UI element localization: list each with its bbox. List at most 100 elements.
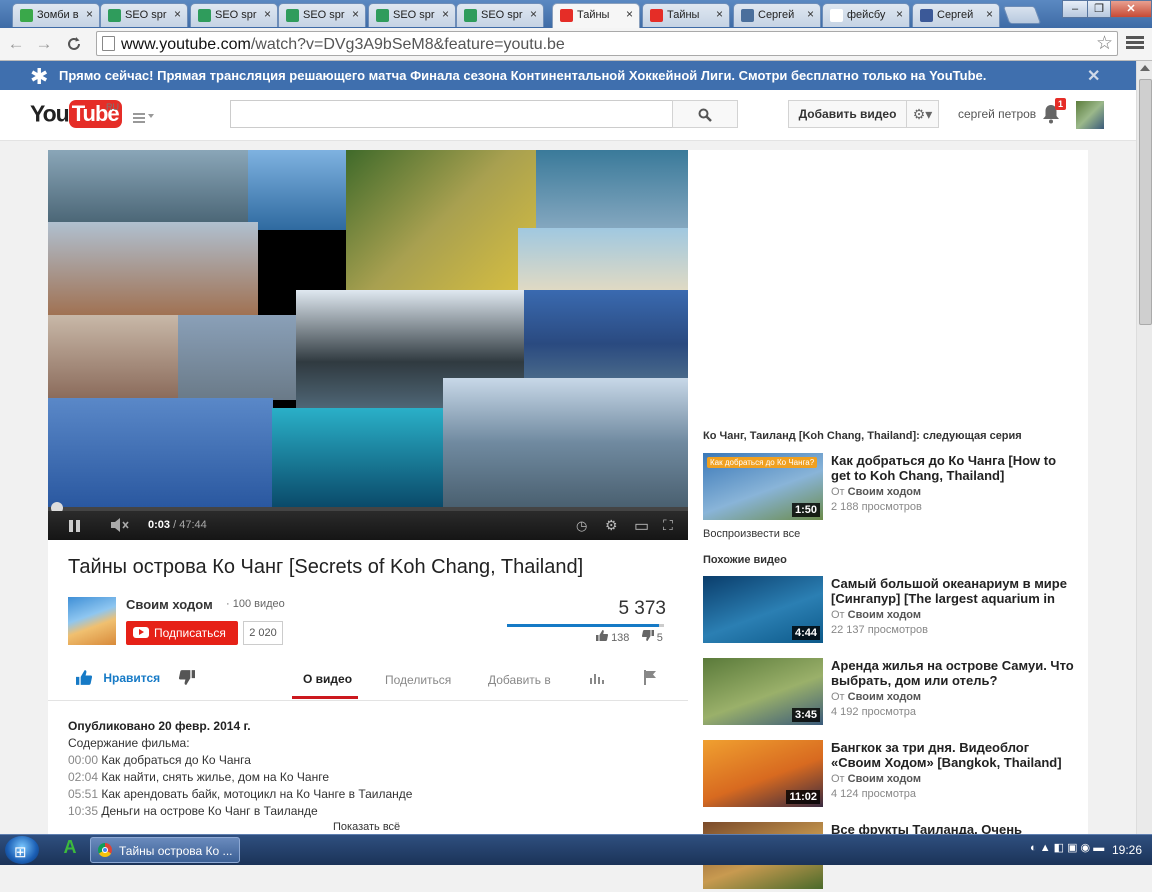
browser-tab[interactable]: фейсбу × (822, 3, 910, 27)
video-thumbnail[interactable]: 4:44 (703, 576, 823, 643)
browser-tab[interactable]: SEO spr × (368, 3, 456, 27)
video-title[interactable]: Самый большой океанариум в мире [Сингапу… (831, 576, 1076, 606)
video-title[interactable]: Как добраться до Ко Чанга [How to get to… (831, 453, 1076, 483)
related-video-item[interactable]: 3:45 Аренда жилья на острове Самуи. Что в… (703, 658, 1088, 728)
browser-tab[interactable]: Зомби в × (12, 3, 100, 27)
tab-close-icon[interactable]: × (442, 7, 449, 21)
channel-avatar[interactable] (68, 597, 116, 645)
guide-menu-icon[interactable] (133, 111, 145, 125)
avatar[interactable] (1076, 101, 1104, 129)
dislike-button[interactable] (178, 670, 195, 688)
tab-close-icon[interactable]: × (807, 7, 814, 21)
channel-name[interactable]: Своим ходом (126, 597, 213, 612)
taskbar-app-icon[interactable]: A (58, 837, 82, 863)
show-more-button[interactable]: Показать всё (333, 821, 401, 833)
page-scrollbar[interactable] (1136, 61, 1152, 834)
forward-icon[interactable]: → (32, 32, 56, 56)
tab-close-icon[interactable]: × (716, 7, 723, 21)
next-series-heading[interactable]: Ко Чанг, Таиланд [Koh Chang, Thailand]: … (703, 430, 1022, 442)
stats-icon[interactable] (590, 671, 604, 688)
scroll-up-arrow-icon[interactable] (1140, 65, 1150, 71)
related-video-item[interactable]: 11:02 Бангкок за три дня. Видеоблог «Свои… (703, 740, 1088, 810)
browser-tab[interactable]: SEO spr × (190, 3, 278, 27)
browser-tab[interactable]: Сергей × (733, 3, 821, 27)
fullscreen-icon[interactable]: ⛶ (663, 517, 673, 534)
chevron-down-icon (148, 114, 154, 118)
video-thumbnail[interactable]: 11:02 (703, 740, 823, 807)
bookmark-star-icon[interactable]: ☆ (1096, 32, 1113, 55)
address-bar[interactable]: www.youtube.com/watch?v=DVg3A9bSeM8&feat… (96, 31, 1118, 56)
chapter-timestamp[interactable]: 02:04 (68, 770, 98, 784)
tab-about[interactable]: О видео (303, 672, 352, 686)
minimize-button[interactable]: – (1062, 0, 1088, 18)
play-all-link[interactable]: Воспроизвести все (703, 528, 800, 540)
settings-icon[interactable]: ⚙ (605, 517, 618, 534)
thumbs-up-icon[interactable] (596, 630, 609, 641)
back-icon[interactable]: ← (4, 32, 28, 56)
banner-text[interactable]: Прямо сейчас! Прямая трансляция решающег… (59, 68, 986, 83)
related-video-item[interactable]: 4:44 Самый большой океанариум в мире [Син… (703, 576, 1088, 646)
search-icon (698, 108, 712, 122)
tab-share[interactable]: Поделиться (385, 673, 451, 687)
tab-close-icon[interactable]: × (626, 7, 633, 21)
tab-close-icon[interactable]: × (174, 7, 181, 21)
notification-badge: 1 (1055, 98, 1067, 110)
search-input[interactable] (230, 100, 673, 128)
browser-tab[interactable]: Сергей × (912, 3, 1000, 27)
new-tab-button[interactable] (1002, 6, 1042, 24)
video-view-count: 4 192 просмотра (831, 706, 916, 718)
clock[interactable]: 19:26 (1112, 843, 1142, 857)
subscribe-button[interactable]: Подписаться (126, 621, 238, 645)
next-video-item[interactable]: Как добраться до Ко Чанга? 1:50 Как добрат… (703, 453, 1088, 523)
theater-mode-icon[interactable]: ▭ (634, 516, 649, 536)
taskbar-chrome-window[interactable]: Тайны острова Ко ... (90, 837, 240, 863)
related-videos-heading: Похожие видео (703, 554, 787, 566)
upload-button[interactable]: Добавить видео (788, 100, 907, 128)
tab-close-icon[interactable]: × (86, 7, 93, 21)
username[interactable]: сергей петров (958, 107, 1036, 121)
chapter-title: Как добраться до Ко Чанга (101, 753, 251, 767)
video-player[interactable]: 0:03 / 47:44 ◷ ⚙ ▭ ⛶ (48, 150, 688, 540)
chapter-timestamp[interactable]: 05:51 (68, 787, 98, 801)
tab-close-icon[interactable]: × (986, 7, 993, 21)
browser-tab[interactable]: SEO spr × (456, 3, 544, 27)
browser-menu-icon[interactable] (1126, 34, 1144, 52)
video-thumbnail[interactable]: Как добраться до Ко Чанга? 1:50 (703, 453, 823, 520)
like-dislike-counts: 138 5 (596, 630, 663, 644)
tab-close-icon[interactable]: × (264, 7, 271, 21)
banner-close-icon[interactable]: ✕ (1087, 66, 1100, 86)
pause-icon[interactable] (69, 520, 81, 532)
search-button[interactable] (672, 100, 738, 128)
system-tray[interactable]: ◐ ▲ ◧ ▣ ◉ ▬ (1030, 841, 1104, 854)
youtube-logo[interactable]: You Tube RU (30, 100, 122, 128)
browser-tab[interactable]: Тайны × (552, 3, 640, 28)
chapter-timestamp[interactable]: 00:00 (68, 753, 98, 767)
video-view-count: 4 124 просмотра (831, 788, 916, 800)
settings-gear-icon[interactable]: ⚙▾ (906, 100, 939, 128)
favicon-icon (464, 9, 477, 22)
video-view-count: 22 137 просмотров (831, 624, 928, 636)
video-thumbnail[interactable]: 3:45 (703, 658, 823, 725)
scrollbar-thumb[interactable] (1139, 79, 1152, 325)
report-flag-icon[interactable] (644, 670, 658, 688)
tab-title: Сергей (937, 9, 974, 21)
tab-close-icon[interactable]: × (352, 7, 359, 21)
browser-tab[interactable]: SEO spr × (100, 3, 188, 27)
reload-icon[interactable] (62, 32, 86, 56)
start-button[interactable]: ⊞ (5, 836, 39, 864)
maximize-button[interactable]: ❐ (1087, 0, 1111, 18)
watch-later-icon[interactable]: ◷ (576, 518, 587, 534)
video-title[interactable]: Бангкок за три дня. Видеоблог «Своим Ход… (831, 740, 1076, 770)
video-title[interactable]: Аренда жилья на острове Самуи. Что выбра… (831, 658, 1076, 688)
tab-close-icon[interactable]: × (896, 7, 903, 21)
tab-close-icon[interactable]: × (530, 7, 537, 21)
tab-add-to[interactable]: Добавить в (488, 673, 551, 687)
chapter-item: 10:35 Деньги на острове Ко Чанг в Таилан… (68, 803, 668, 820)
mute-icon[interactable] (110, 518, 130, 535)
browser-tab[interactable]: Тайны × (642, 3, 730, 27)
close-window-button[interactable]: ✕ (1110, 0, 1152, 18)
like-button[interactable]: Нравится (76, 670, 160, 685)
browser-tab[interactable]: SEO spr × (278, 3, 366, 27)
thumbs-down-icon[interactable] (641, 630, 654, 641)
chapter-timestamp[interactable]: 10:35 (68, 804, 98, 818)
